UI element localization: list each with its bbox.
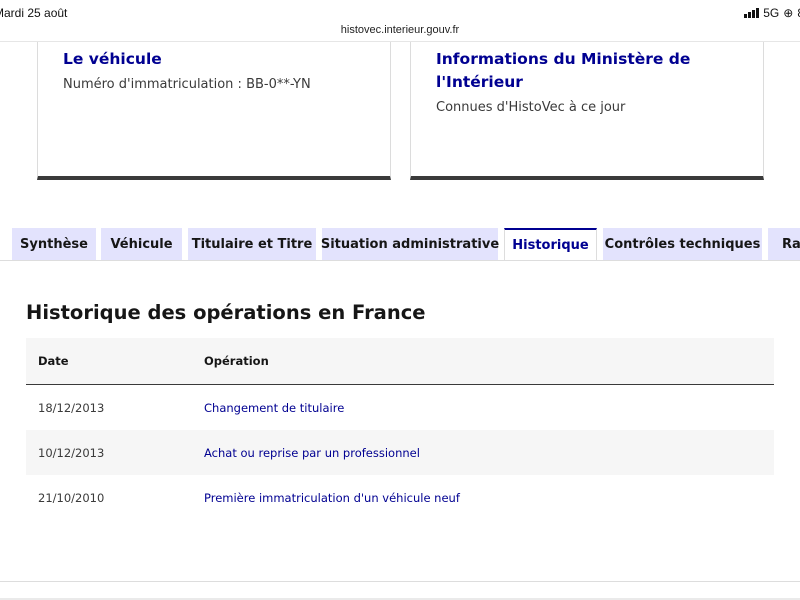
vehicle-card: Le véhicule Numéro d'immatriculation : B… bbox=[37, 42, 391, 180]
tab-titulaire-titre[interactable]: Titulaire et Titre bbox=[188, 228, 316, 261]
report-tabs: Synthèse Véhicule Titulaire et Titre Sit… bbox=[0, 228, 800, 261]
tab-controles-techniques[interactable]: Contrôles techniques bbox=[603, 228, 762, 261]
tab-situation-administrative[interactable]: Situation administrative bbox=[321, 228, 499, 261]
tab-vehicule[interactable]: Véhicule bbox=[101, 228, 182, 261]
row-operation-link[interactable]: Changement de titulaire bbox=[204, 401, 774, 415]
network-label: 5G bbox=[763, 6, 780, 20]
table-header: Date Opération bbox=[26, 338, 774, 385]
table-row: 10/12/2013 Achat ou reprise par un profe… bbox=[26, 430, 774, 475]
column-operation: Opération bbox=[204, 354, 269, 368]
row-operation-link[interactable]: Achat ou reprise par un professionnel bbox=[204, 446, 774, 460]
row-operation-link[interactable]: Première immatriculation d'un véhicule n… bbox=[204, 491, 774, 505]
history-title: Historique des opérations en France bbox=[26, 301, 426, 324]
row-date: 18/12/2013 bbox=[38, 400, 105, 415]
table-row: 21/10/2010 Première immatriculation d'un… bbox=[26, 475, 774, 520]
vehicle-registration: Numéro d'immatriculation : BB-0**-YN bbox=[63, 77, 311, 92]
address-bar[interactable]: histovec.interieur.gouv.fr bbox=[0, 24, 800, 36]
orientation-lock-icon: ⊕ bbox=[783, 6, 794, 20]
history-table: Date Opération 18/12/2013 Changement de … bbox=[26, 338, 774, 520]
ministry-card-title: Informations du Ministère de l'Intérieur bbox=[436, 50, 691, 91]
row-date: 10/12/2013 bbox=[38, 445, 105, 460]
status-time: Mardi 25 août bbox=[0, 6, 68, 20]
tab-historique[interactable]: Historique bbox=[504, 228, 597, 261]
status-right: 5G ⊕ 8 bbox=[744, 6, 800, 20]
row-date: 21/10/2010 bbox=[38, 490, 105, 505]
history-panel: Historique des opérations en France Date… bbox=[0, 260, 800, 582]
status-bar: Mardi 25 août 5G ⊕ 8 bbox=[0, 0, 800, 24]
signal-icon bbox=[744, 8, 760, 18]
ministry-card-subtitle: Connues d'HistoVec à ce jour bbox=[436, 100, 626, 115]
ministry-card: Informations du Ministère de l'Intérieur… bbox=[410, 42, 764, 180]
table-row: 18/12/2013 Changement de titulaire bbox=[26, 385, 774, 430]
tab-rapport[interactable]: Rap bbox=[768, 228, 800, 261]
vehicle-card-title: Le véhicule bbox=[63, 50, 162, 68]
column-date: Date bbox=[38, 354, 69, 368]
tab-synthese[interactable]: Synthèse bbox=[12, 228, 96, 261]
